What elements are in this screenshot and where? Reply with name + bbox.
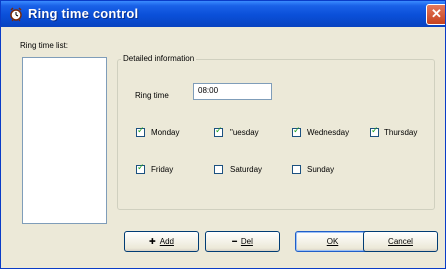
close-icon: ✕ [431, 6, 442, 21]
sunday-checkbox[interactable] [292, 165, 301, 174]
sunday-label[interactable]: Sunday [307, 165, 334, 174]
delete-button[interactable]: ━ Del [205, 231, 280, 252]
title-bar[interactable]: Ring time control ✕ [1, 1, 445, 27]
tuesday-checkbox[interactable] [214, 126, 223, 137]
ok-button[interactable]: OK [295, 231, 370, 252]
plus-icon: ✚ [149, 237, 156, 246]
delete-button-label: Del [240, 237, 253, 246]
ring-time-list-label: Ring time list: [20, 41, 69, 50]
thursday-checkbox[interactable] [370, 126, 379, 137]
friday-label[interactable]: Friday [151, 165, 173, 174]
monday-checkbox[interactable] [136, 126, 145, 137]
friday-checkbox[interactable] [136, 163, 145, 174]
window-title: Ring time control [28, 6, 139, 21]
monday-label[interactable]: Monday [151, 128, 179, 137]
ok-button-label: OK [326, 237, 339, 246]
thursday-label[interactable]: Thursday [384, 128, 417, 137]
alarm-clock-icon [10, 7, 22, 22]
cancel-button[interactable]: Cancel [363, 231, 438, 252]
cancel-button-label: Cancel [388, 237, 413, 246]
ring-time-dialog: Ring time control ✕ Ring time list: Deta… [0, 0, 446, 269]
close-button[interactable]: ✕ [426, 4, 445, 25]
add-button[interactable]: ✚ Add [124, 231, 199, 252]
saturday-label[interactable]: Saturday [230, 165, 262, 174]
saturday-checkbox[interactable] [214, 165, 223, 174]
ring-time-label: Ring time [135, 91, 169, 100]
detailed-information-title: Detailed information [121, 54, 197, 63]
ring-time-list[interactable] [22, 57, 107, 224]
add-button-label: Add [159, 237, 174, 246]
tuesday-label[interactable]: "uesday [230, 128, 259, 137]
minus-icon: ━ [232, 237, 237, 246]
wednesday-checkbox[interactable] [292, 126, 301, 137]
ring-time-input[interactable]: 08:00 [193, 83, 272, 100]
wednesday-label[interactable]: Wednesday [307, 128, 349, 137]
